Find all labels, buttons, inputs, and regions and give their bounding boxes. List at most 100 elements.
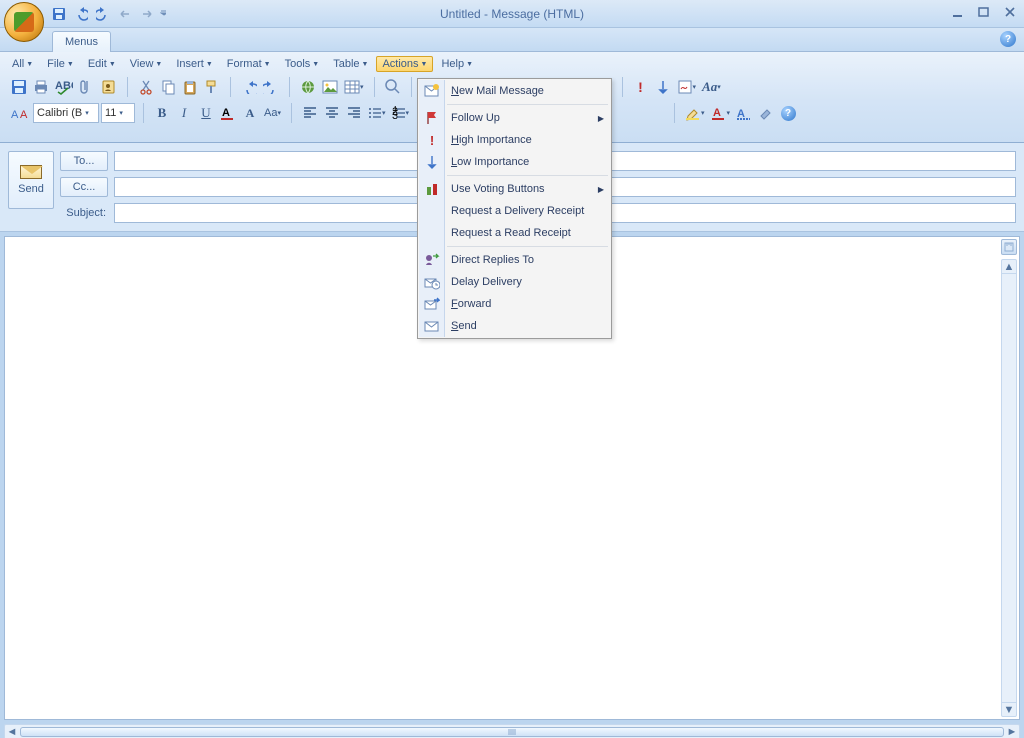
- delay-delivery-icon: [424, 274, 440, 290]
- direct-replies-icon: [424, 252, 440, 268]
- bullets-button[interactable]: ▾: [366, 102, 388, 124]
- menu-low-importance[interactable]: Low Importance: [419, 151, 610, 173]
- font-size-combo[interactable]: 11▾: [101, 103, 135, 123]
- styles-icon[interactable]: AA: [9, 102, 31, 124]
- qat-customize-button[interactable]: [160, 5, 166, 23]
- menu-direct-replies-to[interactable]: Direct Replies To: [419, 249, 610, 271]
- maximize-button[interactable]: [976, 4, 992, 20]
- menu-edit[interactable]: Edit▼: [82, 56, 122, 72]
- menu-request-read-receipt[interactable]: Request a Read Receipt: [419, 222, 610, 244]
- table-icon[interactable]: ▾: [342, 76, 366, 98]
- print-icon[interactable]: [31, 76, 51, 98]
- send-icon: [424, 318, 440, 334]
- zoom-icon[interactable]: [383, 76, 403, 98]
- scroll-left-button[interactable]: ◄: [5, 725, 19, 738]
- text-effects-button[interactable]: A: [734, 102, 754, 124]
- highlight-button[interactable]: ▾: [683, 102, 707, 124]
- menu-delay-delivery[interactable]: Delay Delivery: [419, 271, 610, 293]
- menu-help[interactable]: Help▼: [435, 56, 479, 72]
- menu-format[interactable]: Format▼: [221, 56, 277, 72]
- scroll-up-button[interactable]: ▲: [1002, 260, 1016, 274]
- envelope-icon: [20, 165, 42, 179]
- svg-text:A: A: [20, 109, 28, 121]
- office-logo-icon: [14, 12, 34, 32]
- undo-button[interactable]: [72, 5, 90, 23]
- hyperlink-icon[interactable]: [298, 76, 318, 98]
- change-case-button[interactable]: Aa▾: [262, 102, 283, 124]
- redo-icon[interactable]: [261, 76, 281, 98]
- underline-button[interactable]: U: [196, 102, 216, 124]
- menu-tools[interactable]: Tools▼: [279, 56, 326, 72]
- align-right-button[interactable]: [344, 102, 364, 124]
- bold-button[interactable]: B: [152, 102, 172, 124]
- importance-high-icon[interactable]: !: [631, 76, 651, 98]
- close-button[interactable]: [1002, 4, 1018, 20]
- svg-text:A: A: [713, 107, 721, 119]
- menu-file[interactable]: File▼: [41, 56, 80, 72]
- menu-use-voting-buttons[interactable]: Use Voting Buttons ▶: [419, 178, 610, 200]
- actions-dropdown: New Mail Message Follow Up ▶ ! High Impo…: [417, 78, 612, 339]
- menu-actions[interactable]: Actions▼: [376, 56, 433, 72]
- menu-table[interactable]: Table▼: [327, 56, 374, 72]
- new-mail-icon: [424, 83, 440, 99]
- menu-high-importance[interactable]: ! High Importance: [419, 129, 610, 151]
- svg-text:3: 3: [392, 110, 398, 120]
- font-color-button[interactable]: A: [218, 102, 238, 124]
- attach-icon[interactable]: [77, 76, 97, 98]
- vertical-scrollbar[interactable]: ▲ ▼: [1001, 259, 1017, 717]
- menu-follow-up[interactable]: Follow Up ▶: [419, 107, 610, 129]
- window-title: Untitled - Message (HTML): [440, 7, 584, 21]
- menu-request-delivery-receipt[interactable]: Request a Delivery Receipt: [419, 200, 610, 222]
- redo-button[interactable]: [94, 5, 112, 23]
- submenu-arrow-icon: ▶: [598, 114, 604, 123]
- title-bar: Untitled - Message (HTML): [0, 0, 1024, 28]
- save-icon[interactable]: [9, 76, 29, 98]
- prev-item-button[interactable]: [116, 5, 134, 23]
- numbering-button[interactable]: 123▾: [390, 102, 412, 124]
- spellcheck-icon[interactable]: ABC: [53, 76, 75, 98]
- align-center-button[interactable]: [322, 102, 342, 124]
- minimize-button[interactable]: [950, 4, 966, 20]
- menu-view[interactable]: View▼: [124, 56, 169, 72]
- quick-access-toolbar: [50, 0, 166, 27]
- scroll-down-button[interactable]: ▼: [1002, 702, 1016, 716]
- menu-new-mail-message[interactable]: New Mail Message: [419, 80, 610, 102]
- font-dialog-icon[interactable]: Aa▾: [700, 76, 723, 98]
- copy-icon[interactable]: [158, 76, 178, 98]
- menu-insert[interactable]: Insert▼: [170, 56, 218, 72]
- picture-icon[interactable]: [320, 76, 340, 98]
- forward-icon: [424, 296, 440, 312]
- format-painter-icon[interactable]: [202, 76, 222, 98]
- menu-send[interactable]: Send: [419, 315, 610, 337]
- submenu-arrow-icon: ▶: [598, 185, 604, 194]
- next-item-button[interactable]: [138, 5, 156, 23]
- font-name-combo[interactable]: Calibri (B▾: [33, 103, 99, 123]
- office-button[interactable]: [4, 2, 44, 42]
- italic-button[interactable]: I: [174, 102, 194, 124]
- help-round-button[interactable]: ?: [778, 102, 798, 124]
- address-book-icon[interactable]: [99, 76, 119, 98]
- align-left-button[interactable]: [300, 102, 320, 124]
- undo-icon[interactable]: [239, 76, 259, 98]
- cc-button[interactable]: Cc...: [60, 177, 108, 197]
- help-button[interactable]: ?: [1000, 31, 1016, 47]
- cut-icon[interactable]: [136, 76, 156, 98]
- font-color-a-button[interactable]: A▾: [709, 102, 733, 124]
- clear-format-button[interactable]: A: [240, 102, 260, 124]
- to-button[interactable]: To...: [60, 151, 108, 171]
- send-button[interactable]: Send: [8, 151, 54, 209]
- importance-low-icon[interactable]: [653, 76, 673, 98]
- scroll-right-button[interactable]: ►: [1005, 725, 1019, 738]
- horizontal-scrollbar[interactable]: ◄ ►: [4, 724, 1020, 738]
- insert-horizontal-button[interactable]: [756, 102, 776, 124]
- signature-icon[interactable]: ▾: [675, 76, 699, 98]
- menubar: All▼ File▼ Edit▼ View▼ Insert▼ Format▼ T…: [6, 54, 1018, 74]
- save-button[interactable]: [50, 5, 68, 23]
- menu-all[interactable]: All▼: [6, 56, 39, 72]
- ruler-toggle-button[interactable]: [1001, 239, 1017, 255]
- paste-icon[interactable]: [180, 76, 200, 98]
- svg-text:ABC: ABC: [55, 80, 73, 92]
- scroll-thumb[interactable]: [20, 727, 1004, 737]
- menu-forward[interactable]: Forward: [419, 293, 610, 315]
- tab-menus[interactable]: Menus: [52, 31, 111, 52]
